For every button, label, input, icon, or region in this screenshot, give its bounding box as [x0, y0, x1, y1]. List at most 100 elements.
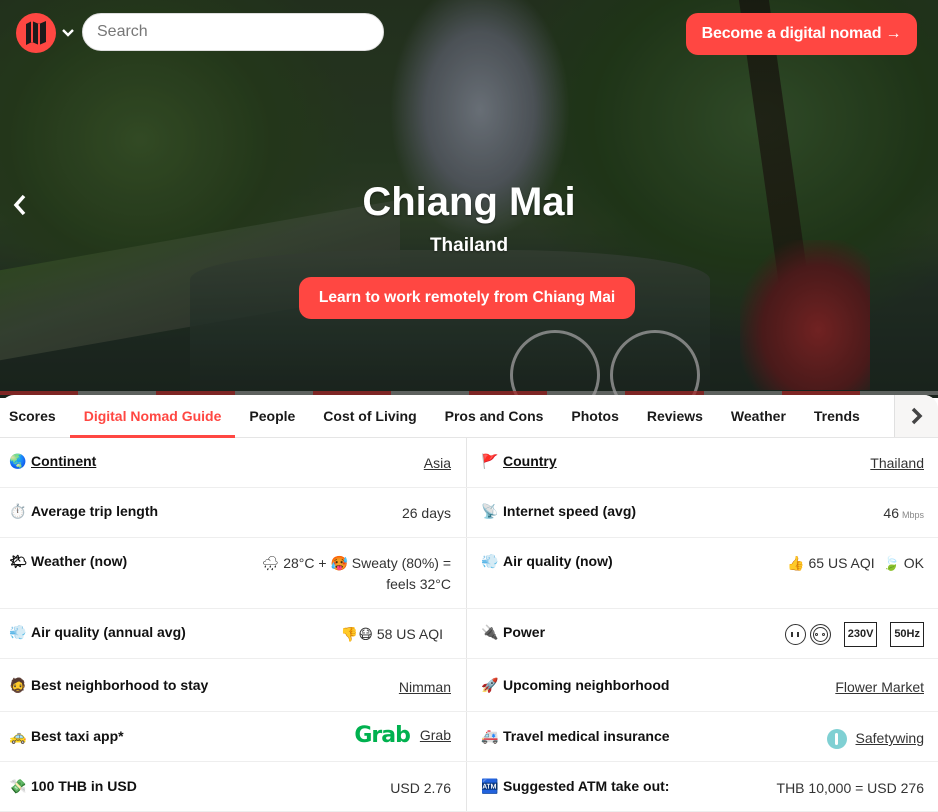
wind-icon: 💨: [481, 552, 499, 569]
guide-row: 💸 100 THB in USD USD 2.76 🏧 Suggested AT…: [0, 762, 938, 812]
air-quality-annual-label: Air quality (annual avg): [31, 624, 186, 640]
money-icon: 💸: [9, 777, 27, 794]
guide-row: ⏱️ Average trip length 26 days 📡 Interne…: [0, 488, 938, 538]
hot-face-icon: 🥵: [330, 555, 348, 571]
weather-label: Weather (now): [31, 553, 128, 569]
tab-reviews[interactable]: Reviews: [633, 395, 717, 437]
aqi-annual: 58 US AQI: [376, 626, 443, 642]
insurance-label: Travel medical insurance: [503, 728, 670, 744]
internet-speed-value: 46 Mbps: [883, 503, 924, 526]
insurance-link[interactable]: Safetywing: [856, 728, 924, 749]
atm-cell: 🏧 Suggested ATM take out: THB 10,000 = U…: [467, 762, 938, 811]
air-quality-now-cell: 💨 Air quality (now) 👍 65 US AQI 🍃 OK: [467, 538, 938, 608]
best-neighborhood-cell: 🧔 Best neighborhood to stay Nimman: [0, 659, 467, 711]
country-value[interactable]: Thailand: [870, 453, 924, 474]
continent-label[interactable]: Continent: [31, 453, 96, 469]
tab-digital-nomad-guide[interactable]: Digital Nomad Guide: [69, 395, 236, 438]
humidity: Sweaty (80%) =: [351, 555, 451, 571]
continent-value[interactable]: Asia: [424, 453, 451, 474]
best-neighborhood-value[interactable]: Nimman: [399, 677, 451, 698]
tab-photos[interactable]: Photos: [557, 395, 632, 437]
internet-speed-cell: 📡 Internet speed (avg) 46 Mbps: [467, 488, 938, 537]
person-icon: 🧔: [9, 676, 27, 693]
guide-row: 🧔 Best neighborhood to stay Nimman 🚀 Upc…: [0, 659, 938, 712]
atm-icon: 🏧: [481, 777, 499, 794]
search-input[interactable]: [82, 13, 384, 51]
upcoming-neighborhood-cell: 🚀 Upcoming neighborhood Flower Market: [467, 659, 938, 711]
section-tabs: Scores Digital Nomad Guide People Cost of L…: [0, 395, 938, 438]
aqi-now: 65 US AQI: [808, 555, 875, 571]
internet-speed-unit: Mbps: [901, 510, 924, 520]
become-digital-nomad-button[interactable]: Become a digital nomad →: [686, 13, 917, 55]
rain-cloud-icon: 🌧: [261, 555, 280, 571]
guide-row: 🚕 Best taxi app* Grab Grab 🚑 Travel medi…: [0, 712, 938, 762]
country-cell: 🚩 Country Thailand: [467, 438, 938, 487]
taxi-icon: 🚕: [9, 727, 27, 744]
trip-length-cell: ⏱️ Average trip length 26 days: [0, 488, 467, 537]
chevron-down-icon[interactable]: [61, 26, 75, 40]
tab-weather[interactable]: Weather: [717, 395, 800, 437]
globe-icon: 🌏: [9, 452, 27, 469]
tab-cost-of-living[interactable]: Cost of Living: [309, 395, 430, 437]
satellite-dish-icon: 📡: [481, 502, 499, 519]
air-quality-now-label: Air quality (now): [503, 553, 613, 569]
temperature: 28°C +: [283, 555, 327, 571]
atm-value: THB 10,000 = USD 276: [776, 780, 924, 796]
ambulance-icon: 🚑: [481, 727, 499, 744]
insurance-value: Safetywing: [826, 728, 924, 749]
leaf-icon: 🍃: [882, 555, 900, 571]
chevron-right-icon: [911, 407, 922, 425]
taxi-app-cell: 🚕 Best taxi app* Grab Grab: [0, 712, 467, 761]
rocket-icon: 🚀: [481, 676, 499, 693]
taxi-app-link[interactable]: Grab: [420, 725, 451, 746]
grab-logo[interactable]: Grab: [354, 725, 411, 747]
aqi-status: OK: [903, 555, 924, 571]
trip-length-label: Average trip length: [31, 503, 159, 519]
guide-row: 🌤 Weather (now) 🌧 28°C + 🥵 Sweaty (80%) …: [0, 538, 938, 609]
tab-trends[interactable]: Trends: [800, 395, 874, 437]
internet-speed-label: Internet speed (avg): [503, 503, 637, 519]
trip-length-value: 26 days: [401, 505, 451, 521]
taxi-app-label: Best taxi app*: [31, 728, 124, 744]
feels-like: feels 32°C: [386, 576, 451, 592]
mask-face-icon: 😷: [358, 626, 373, 642]
thumbs-up-icon: 👍: [787, 555, 805, 571]
country-label[interactable]: Country: [503, 453, 557, 469]
tabs-next-button[interactable]: [894, 395, 938, 437]
voltage-badge: 230V: [843, 622, 878, 647]
air-quality-now-value: 👍 65 US AQI 🍃 OK: [787, 553, 924, 574]
internet-speed-number: 46: [883, 505, 899, 521]
power-label: Power: [503, 624, 546, 640]
wind-icon: 💨: [9, 623, 27, 640]
map-icon: [26, 21, 46, 45]
learn-remote-work-button[interactable]: Learn to work remotely from Chiang Mai: [299, 277, 635, 319]
atm-label: Suggested ATM take out:: [503, 778, 670, 794]
frequency-badge: 50Hz: [890, 622, 924, 647]
guide-row: 🌏 Continent Asia 🚩 Country Thailand: [0, 438, 938, 488]
digital-nomad-guide-grid: 🌏 Continent Asia 🚩 Country Thailand ⏱️ A…: [0, 438, 938, 812]
power-value: 230V 50Hz: [784, 622, 924, 647]
weather-cell: 🌤 Weather (now) 🌧 28°C + 🥵 Sweaty (80%) …: [0, 538, 467, 608]
stopwatch-icon: ⏱️: [9, 502, 27, 519]
sun-cloud-icon: 🌤: [9, 552, 27, 569]
plug-type-c-icon: [809, 624, 831, 645]
country-subtitle: Thailand: [429, 235, 509, 256]
city-title: Chiang Mai: [362, 180, 576, 224]
thumbs-down-icon: 👎: [340, 626, 359, 642]
power-cell: 🔌 Power 230V 50Hz: [467, 609, 938, 658]
fx-cell: 💸 100 THB in USD USD 2.76: [0, 762, 467, 811]
best-neighborhood-label: Best neighborhood to stay: [31, 677, 209, 693]
logo-button[interactable]: [16, 13, 56, 53]
insurance-cell: 🚑 Travel medical insurance Safetywing: [467, 712, 938, 761]
upcoming-neighborhood-label: Upcoming neighborhood: [503, 677, 670, 693]
tab-pros-and-cons[interactable]: Pros and Cons: [431, 395, 558, 437]
tab-scores[interactable]: Scores: [0, 395, 70, 437]
air-quality-annual-cell: 💨 Air quality (annual avg) 👎😷 58 US AQI: [0, 609, 467, 658]
air-quality-annual-value: 👎😷 58 US AQI: [341, 624, 451, 645]
safetywing-logo-icon[interactable]: [826, 728, 847, 749]
upcoming-neighborhood-value[interactable]: Flower Market: [835, 677, 924, 698]
plug-type-a-icon: [784, 624, 806, 645]
continent-cell: 🌏 Continent Asia: [0, 438, 467, 487]
tab-people[interactable]: People: [235, 395, 309, 437]
plug-icon: 🔌: [481, 623, 499, 640]
